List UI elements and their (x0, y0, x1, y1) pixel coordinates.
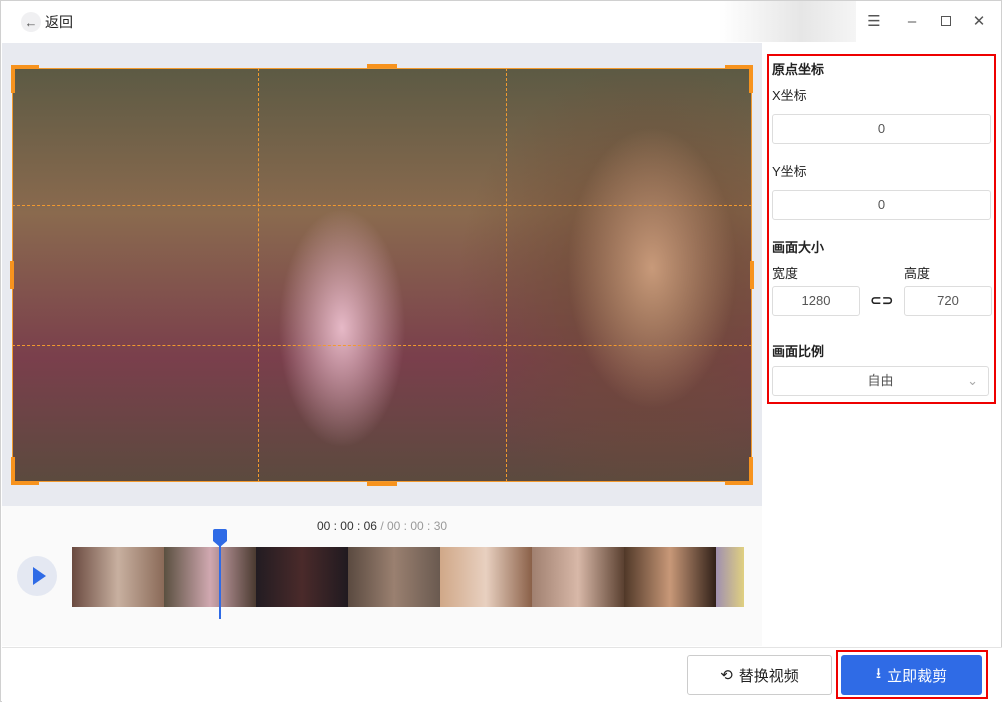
crop-handle-bl[interactable] (11, 481, 39, 485)
thumbnail-strip[interactable] (72, 547, 745, 607)
crop-handle-tl[interactable] (11, 65, 15, 93)
crop-handle-top[interactable] (367, 64, 397, 68)
back-label: 返回 (45, 14, 73, 30)
time-readout: 00 : 00 : 06 / 00 : 00 : 30 (2, 519, 762, 533)
total-time: 00 : 00 : 30 (387, 519, 448, 533)
current-time: 00 : 00 : 06 (316, 519, 377, 533)
crop-handle-right[interactable] (750, 261, 754, 289)
thumbnail (348, 547, 441, 607)
replace-label: 替换视频 (738, 667, 799, 685)
highlight-box (767, 54, 996, 404)
app-window: ← 返回 ☰ – ✕ 00 : 00 : 06 / 00 : 00 : 30 原… (0, 0, 1002, 702)
video-preview-area (2, 43, 762, 506)
crop-handle-bl[interactable] (11, 457, 15, 485)
arrow-left-icon: ← (21, 12, 41, 32)
crop-handle-tr[interactable] (749, 65, 753, 93)
crop-handle-tl[interactable] (11, 65, 39, 69)
thumbnail (256, 547, 349, 607)
replace-icon: ⟲ (720, 667, 733, 684)
crop-handle-br[interactable] (749, 457, 753, 485)
crop-handle-bottom[interactable] (367, 482, 397, 486)
highlight-box (836, 650, 988, 699)
minimize-icon[interactable]: – (902, 11, 922, 31)
play-icon (32, 567, 46, 585)
crop-handle-left[interactable] (10, 261, 14, 289)
thumbnail (716, 547, 745, 607)
back-button[interactable]: ← 返回 (21, 12, 73, 32)
thumbnail (440, 547, 533, 607)
video-frame (12, 68, 752, 482)
maximize-icon[interactable] (936, 11, 956, 31)
crop-frame[interactable] (12, 68, 752, 482)
play-button[interactable] (17, 556, 57, 596)
menu-icon[interactable]: ☰ (864, 11, 884, 31)
thumbnail (532, 547, 625, 607)
title-bar: ← 返回 ☰ – ✕ (1, 1, 1001, 42)
thumbnail (72, 547, 165, 607)
playhead[interactable] (213, 529, 227, 619)
timeline-area: 00 : 00 : 06 / 00 : 00 : 30 (2, 506, 762, 646)
close-icon[interactable]: ✕ (969, 11, 989, 31)
title-bar-shade (719, 1, 856, 42)
replace-video-button[interactable]: ⟲ 替换视频 (687, 655, 832, 695)
thumbnail (624, 547, 717, 607)
time-separator: / (376, 519, 387, 533)
thumbnail (164, 547, 257, 607)
